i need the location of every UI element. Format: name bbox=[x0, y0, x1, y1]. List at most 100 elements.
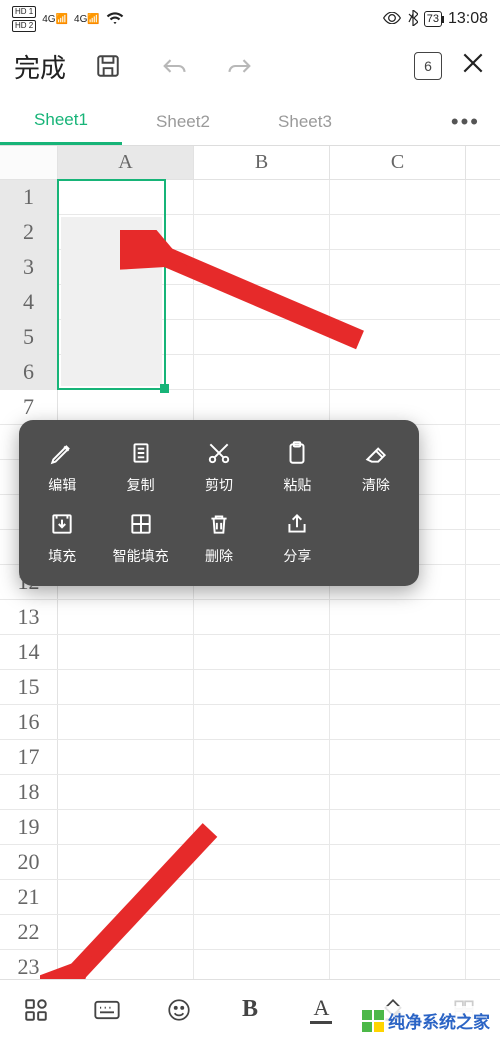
ctx-share-button[interactable]: 分享 bbox=[258, 505, 336, 576]
cell[interactable] bbox=[330, 355, 466, 389]
cell[interactable] bbox=[330, 740, 466, 774]
cell[interactable] bbox=[58, 845, 194, 879]
cell[interactable] bbox=[330, 705, 466, 739]
cell[interactable] bbox=[194, 320, 330, 354]
cell[interactable] bbox=[58, 635, 194, 669]
cell[interactable] bbox=[330, 215, 466, 249]
row-header[interactable]: 3 bbox=[0, 250, 58, 284]
cell[interactable] bbox=[194, 880, 330, 914]
row-header[interactable]: 20 bbox=[0, 845, 58, 879]
row-header[interactable]: 18 bbox=[0, 775, 58, 809]
tab-sheet1[interactable]: Sheet1 bbox=[0, 98, 122, 145]
text-color-icon[interactable]: A bbox=[301, 995, 341, 1024]
cell[interactable] bbox=[58, 915, 194, 949]
redo-icon[interactable] bbox=[216, 55, 264, 77]
cell[interactable] bbox=[330, 915, 466, 949]
cell[interactable] bbox=[194, 845, 330, 879]
row-header[interactable]: 4 bbox=[0, 285, 58, 319]
cell[interactable] bbox=[330, 845, 466, 879]
bold-icon[interactable]: B bbox=[230, 996, 270, 1023]
cell[interactable] bbox=[58, 215, 194, 249]
cell[interactable] bbox=[58, 880, 194, 914]
cell[interactable] bbox=[58, 355, 194, 389]
col-header-c[interactable]: C bbox=[330, 146, 466, 179]
ctx-paste-button[interactable]: 粘贴 bbox=[258, 434, 336, 505]
cell[interactable] bbox=[330, 390, 466, 424]
row-header[interactable]: 5 bbox=[0, 320, 58, 354]
ctx-fill-button[interactable]: 填充 bbox=[23, 505, 101, 576]
tools-icon[interactable] bbox=[16, 997, 56, 1023]
cell[interactable] bbox=[330, 670, 466, 704]
ctx-edit-button[interactable]: 编辑 bbox=[23, 434, 101, 505]
cell[interactable] bbox=[58, 320, 194, 354]
row-header[interactable]: 14 bbox=[0, 635, 58, 669]
select-all-corner[interactable] bbox=[0, 146, 58, 179]
cell[interactable] bbox=[330, 320, 466, 354]
cell[interactable] bbox=[330, 635, 466, 669]
emoji-icon[interactable] bbox=[159, 997, 199, 1023]
undo-icon[interactable] bbox=[150, 55, 198, 77]
ctx-delete-button[interactable]: 删除 bbox=[180, 505, 258, 576]
cell[interactable] bbox=[330, 250, 466, 284]
cell[interactable] bbox=[194, 915, 330, 949]
cell[interactable] bbox=[330, 285, 466, 319]
cell[interactable] bbox=[194, 355, 330, 389]
tab-sheet2[interactable]: Sheet2 bbox=[122, 98, 244, 145]
row-header[interactable]: 1 bbox=[0, 180, 58, 214]
keyboard-icon[interactable] bbox=[87, 999, 127, 1021]
status-bar: HD 1 HD 2 4G📶 4G📶 73 13:08 bbox=[0, 0, 500, 34]
pencil-icon bbox=[49, 440, 75, 469]
copy-icon bbox=[128, 440, 154, 469]
cell[interactable] bbox=[194, 250, 330, 284]
cell[interactable] bbox=[194, 705, 330, 739]
cell[interactable] bbox=[330, 775, 466, 809]
row-header[interactable]: 17 bbox=[0, 740, 58, 774]
cell[interactable] bbox=[194, 810, 330, 844]
ctx-clear-button[interactable]: 清除 bbox=[337, 434, 415, 505]
cell[interactable] bbox=[58, 810, 194, 844]
cell[interactable] bbox=[58, 285, 194, 319]
cell[interactable] bbox=[330, 810, 466, 844]
cell[interactable] bbox=[58, 740, 194, 774]
cell[interactable] bbox=[58, 390, 194, 424]
cell[interactable] bbox=[58, 775, 194, 809]
tabs-more-button[interactable]: ••• bbox=[431, 109, 500, 135]
save-icon[interactable] bbox=[84, 53, 132, 79]
cell[interactable] bbox=[58, 600, 194, 634]
cell[interactable] bbox=[58, 180, 194, 214]
cell[interactable] bbox=[194, 740, 330, 774]
cell[interactable] bbox=[194, 775, 330, 809]
ctx-smart-fill-button[interactable]: 智能填充 bbox=[101, 505, 179, 576]
done-button[interactable]: 完成 bbox=[14, 48, 66, 85]
cell[interactable] bbox=[58, 670, 194, 704]
row-header[interactable]: 15 bbox=[0, 670, 58, 704]
col-header-b[interactable]: B bbox=[194, 146, 330, 179]
cell[interactable] bbox=[330, 880, 466, 914]
row-header[interactable]: 13 bbox=[0, 600, 58, 634]
cell[interactable] bbox=[194, 180, 330, 214]
cell[interactable] bbox=[194, 670, 330, 704]
cell[interactable] bbox=[194, 635, 330, 669]
row-header[interactable]: 21 bbox=[0, 880, 58, 914]
cell[interactable] bbox=[330, 180, 466, 214]
cell[interactable] bbox=[330, 600, 466, 634]
row-header[interactable]: 19 bbox=[0, 810, 58, 844]
cell[interactable] bbox=[194, 215, 330, 249]
ctx-copy-button[interactable]: 复制 bbox=[101, 434, 179, 505]
row-header[interactable]: 2 bbox=[0, 215, 58, 249]
cell[interactable] bbox=[194, 600, 330, 634]
row-header[interactable]: 16 bbox=[0, 705, 58, 739]
page-count-button[interactable]: 6 bbox=[414, 52, 442, 80]
cell[interactable] bbox=[194, 390, 330, 424]
ctx-cut-button[interactable]: 剪切 bbox=[180, 434, 258, 505]
cell[interactable] bbox=[58, 250, 194, 284]
close-button[interactable] bbox=[460, 50, 486, 83]
row-header[interactable]: 22 bbox=[0, 915, 58, 949]
col-header-a[interactable]: A bbox=[58, 146, 194, 179]
row-header[interactable]: 7 bbox=[0, 390, 58, 424]
cell[interactable] bbox=[194, 285, 330, 319]
tab-sheet3[interactable]: Sheet3 bbox=[244, 98, 366, 145]
cell[interactable] bbox=[58, 705, 194, 739]
row-header[interactable]: 6 bbox=[0, 355, 58, 389]
signal-1: 4G📶 bbox=[42, 14, 68, 25]
